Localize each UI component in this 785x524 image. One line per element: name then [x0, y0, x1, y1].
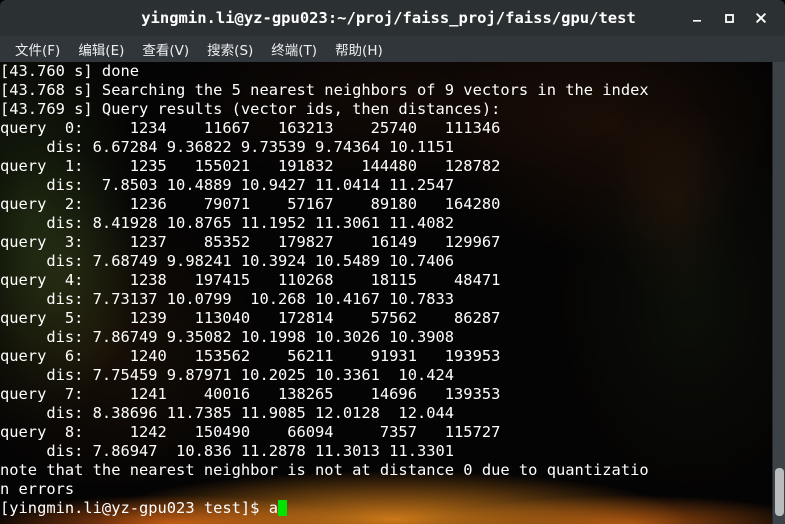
- terminal-line: dis: 8.41928 10.8765 11.1952 11.3061 11.…: [0, 214, 455, 232]
- menubar: 文件(F) 编辑(E) 查看(V) 搜索(S) 终端(T) 帮助(H): [0, 36, 785, 62]
- terminal-area[interactable]: [43.760 s] done [43.768 s] Searching the …: [0, 62, 785, 524]
- terminal-line: query 0: 1234 11667 163213 25740 111346: [0, 119, 501, 137]
- minimize-icon: [693, 20, 701, 22]
- menu-item-view[interactable]: 查看(V): [133, 37, 198, 62]
- terminal-line: dis: 6.67284 9.36822 9.73539 9.74364 10.…: [0, 138, 455, 156]
- menu-item-help[interactable]: 帮助(H): [326, 37, 392, 62]
- terminal-line: n errors: [0, 480, 75, 498]
- terminal-scrollbar[interactable]: [772, 62, 785, 524]
- text-cursor: [278, 500, 288, 516]
- terminal-line: dis: 7.73137 10.0799 10.268 10.4167 10.7…: [0, 290, 455, 308]
- terminal-line: query 4: 1238 197415 110268 18115 48471: [0, 271, 501, 289]
- terminal-line: dis: 8.38696 11.7385 11.9085 12.0128 12.…: [0, 404, 455, 422]
- terminal-line: dis: 7.75459 9.87971 10.2025 10.3361 10.…: [0, 366, 455, 384]
- menu-item-edit[interactable]: 编辑(E): [69, 37, 133, 62]
- prompt-text: [yingmin.li@yz-gpu023 test]$: [0, 499, 269, 517]
- close-icon: [756, 13, 766, 23]
- menu-item-search[interactable]: 搜索(S): [198, 37, 262, 62]
- terminal-line: query 5: 1239 113040 172814 57562 86287: [0, 309, 501, 327]
- maximize-button[interactable]: [713, 3, 745, 33]
- terminal-line: dis: 7.68749 9.98241 10.3924 10.5489 10.…: [0, 252, 455, 270]
- terminal-output: [43.760 s] done [43.768 s] Searching the …: [0, 62, 772, 499]
- window-titlebar: yingmin.li@yz-gpu023:~/proj/faiss_proj/f…: [0, 0, 785, 36]
- terminal-line: dis: 7.8503 10.4889 10.9427 11.0414 11.2…: [0, 176, 455, 194]
- terminal-line: note that the nearest neighbor is not at…: [0, 461, 649, 479]
- window-controls: [681, 3, 785, 33]
- terminal-line: [43.769 s] Query results (vector ids, th…: [0, 100, 501, 118]
- window-title: yingmin.li@yz-gpu023:~/proj/faiss_proj/f…: [141, 9, 636, 27]
- terminal-line: dis: 7.86749 9.35082 10.1998 10.3026 10.…: [0, 328, 455, 346]
- terminal-line: [43.768 s] Searching the 5 nearest neigh…: [0, 81, 649, 99]
- maximize-icon: [725, 14, 734, 23]
- scrollbar-thumb[interactable]: [775, 468, 784, 516]
- terminal-line: query 6: 1240 153562 56211 91931 193953: [0, 347, 501, 365]
- terminal-line: query 8: 1242 150490 66094 7357 115727: [0, 423, 501, 441]
- menu-item-terminal[interactable]: 终端(T): [262, 37, 326, 62]
- terminal-line: query 2: 1236 79071 57167 89180 164280: [0, 195, 501, 213]
- terminal-line: query 3: 1237 85352 179827 16149 129967: [0, 233, 501, 251]
- terminal-screen[interactable]: [43.760 s] done [43.768 s] Searching the …: [0, 62, 772, 524]
- menu-item-file[interactable]: 文件(F): [6, 37, 69, 62]
- minimize-button[interactable]: [681, 3, 713, 33]
- close-button[interactable]: [745, 3, 777, 33]
- terminal-line: query 7: 1241 40016 138265 14696 139353: [0, 385, 501, 403]
- terminal-window: yingmin.li@yz-gpu023:~/proj/faiss_proj/f…: [0, 0, 785, 524]
- terminal-line: [43.760 s] done: [0, 62, 139, 80]
- terminal-line: dis: 7.86947 10.836 11.2878 11.3013 11.3…: [0, 442, 455, 460]
- terminal-prompt-line[interactable]: [yingmin.li@yz-gpu023 test]$ a: [0, 499, 772, 518]
- prompt-input-text: a: [268, 499, 278, 517]
- terminal-line: query 1: 1235 155021 191832 144480 12878…: [0, 157, 501, 175]
